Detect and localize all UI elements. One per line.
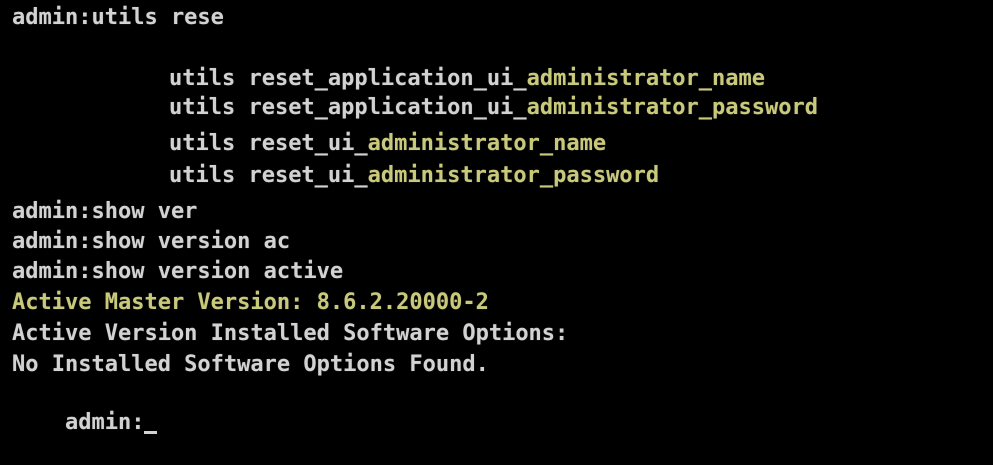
output-no-options-found: No Installed Software Options Found. <box>12 352 489 377</box>
command-line-utils-rese: admin:utils rese <box>12 5 224 30</box>
command-line-show-version-active: admin:show version active <box>12 259 344 284</box>
output-active-master-version: Active Master Version: 8.6.2.20000-2 <box>12 290 489 315</box>
terminal-window[interactable]: admin:utils rese utils reset_application… <box>0 0 993 435</box>
command-prompt[interactable]: admin: <box>12 381 158 435</box>
output-installed-options-header: Active Version Installed Software Option… <box>12 321 569 346</box>
completion-highlight: administrator_password <box>367 163 660 188</box>
completion-option: utils reset_ui_administrator_password <box>116 134 659 188</box>
cursor-icon <box>144 431 158 434</box>
completion-option: utils reset_application_ui_administrator… <box>116 37 765 91</box>
command-line-show-version-ac: admin:show version ac <box>12 229 291 254</box>
completion-prefix: utils reset_ui_ <box>168 163 368 188</box>
completion-option: utils reset_application_ui_administrator… <box>116 66 818 120</box>
command-line-show-ver: admin:show ver <box>12 199 198 224</box>
completion-option: utils reset_ui_administrator_name <box>116 102 606 156</box>
